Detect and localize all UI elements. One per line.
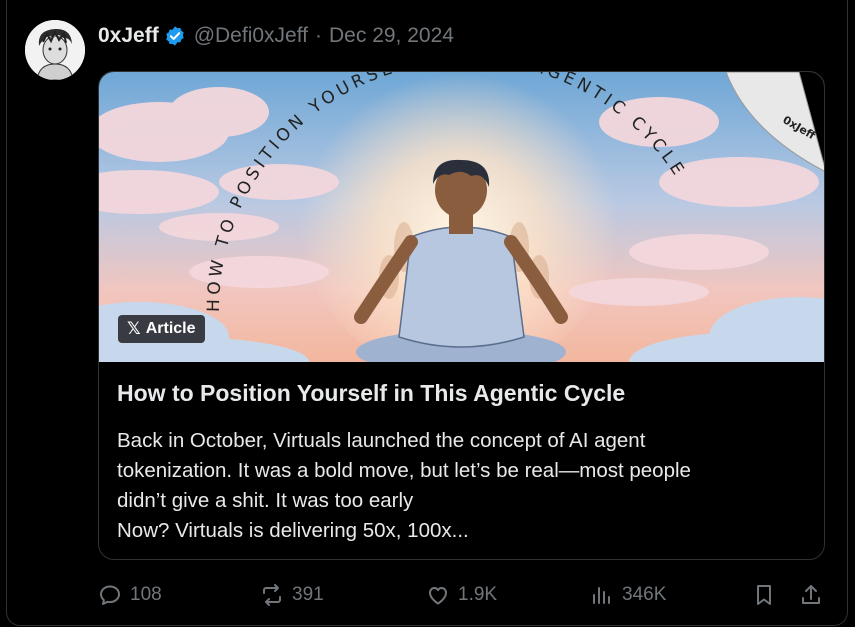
views-count: 346K — [622, 584, 667, 605]
bookmark-icon — [757, 585, 771, 605]
display-name[interactable]: 0xJeff — [98, 24, 159, 48]
article-title[interactable]: How to Position Yourself in This Agentic… — [117, 380, 625, 407]
like-count: 1.9K — [458, 584, 498, 605]
tweet-date[interactable]: Dec 29, 2024 — [329, 24, 454, 48]
article-badge: 𝕏 Article — [118, 315, 205, 343]
like-button[interactable]: 1.9K — [426, 572, 497, 618]
tweet-header: 0xJeff @Defi0xJeff · Dec 29, 2024 — [98, 22, 454, 50]
share-button[interactable] — [799, 572, 823, 618]
article-description: Back in October, Virtuals launched the c… — [117, 426, 797, 546]
description-line: Now? Virtuals is delivering 50x, 100x... — [117, 519, 469, 542]
repost-icon — [263, 584, 281, 606]
description-line: tokenization. It was a bold move, but le… — [117, 459, 691, 482]
views-icon — [593, 587, 610, 604]
article-card[interactable]: HOW TO POSITION YOURSELF IN THIS AGENTIC… — [98, 71, 825, 560]
separator-dot: · — [315, 24, 323, 47]
description-line: didn’t give a shit. It was too early — [117, 489, 414, 512]
reply-count: 108 — [130, 584, 162, 605]
views-button[interactable]: 346K — [590, 572, 666, 618]
user-handle[interactable]: @Defi0xJeff — [194, 24, 308, 48]
description-line: Back in October, Virtuals launched the c… — [117, 429, 646, 452]
verified-badge-icon — [164, 25, 186, 47]
like-icon — [429, 587, 447, 605]
repost-button[interactable]: 391 — [260, 572, 324, 618]
article-badge-label: Article — [145, 320, 196, 337]
repost-count: 391 — [292, 584, 324, 605]
reply-icon — [100, 585, 120, 605]
action-bar: 108 391 1.9K 346K — [0, 572, 855, 618]
reply-button[interactable]: 108 — [98, 572, 162, 618]
avatar[interactable] — [25, 20, 85, 80]
x-logo-icon: 𝕏 — [127, 319, 141, 338]
bookmark-button[interactable] — [752, 572, 776, 618]
article-cover-image[interactable]: HOW TO POSITION YOURSELF IN THIS AGENTIC… — [99, 72, 824, 362]
share-icon — [802, 585, 820, 604]
